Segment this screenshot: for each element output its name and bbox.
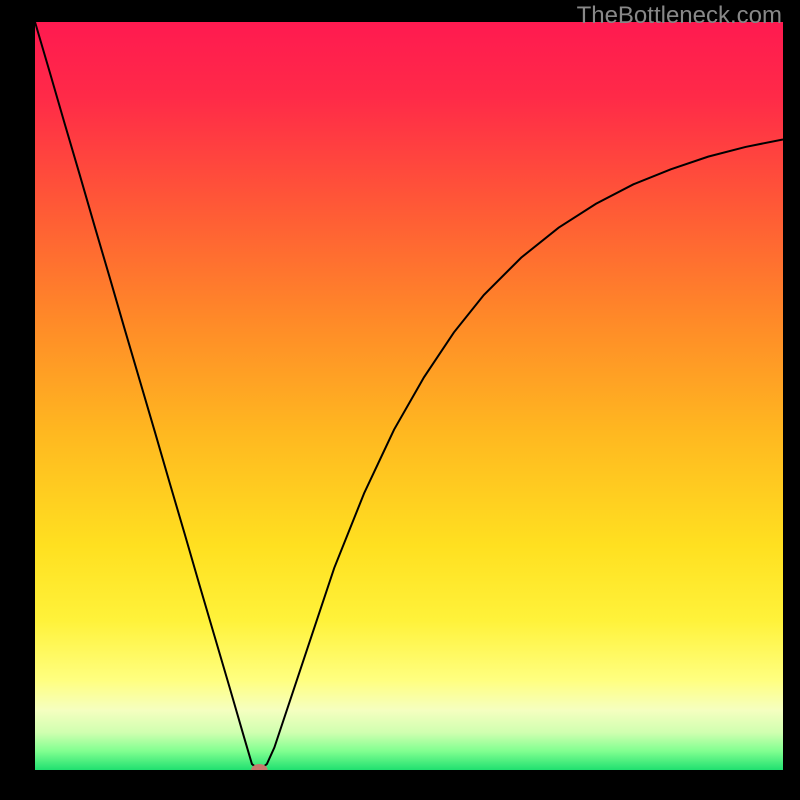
watermark-text: TheBottleneck.com bbox=[577, 2, 782, 30]
chart-background-gradient bbox=[35, 22, 783, 770]
chart-container: { "watermark": "TheBottleneck.com", "col… bbox=[0, 0, 800, 800]
bottleneck-chart bbox=[35, 22, 783, 770]
